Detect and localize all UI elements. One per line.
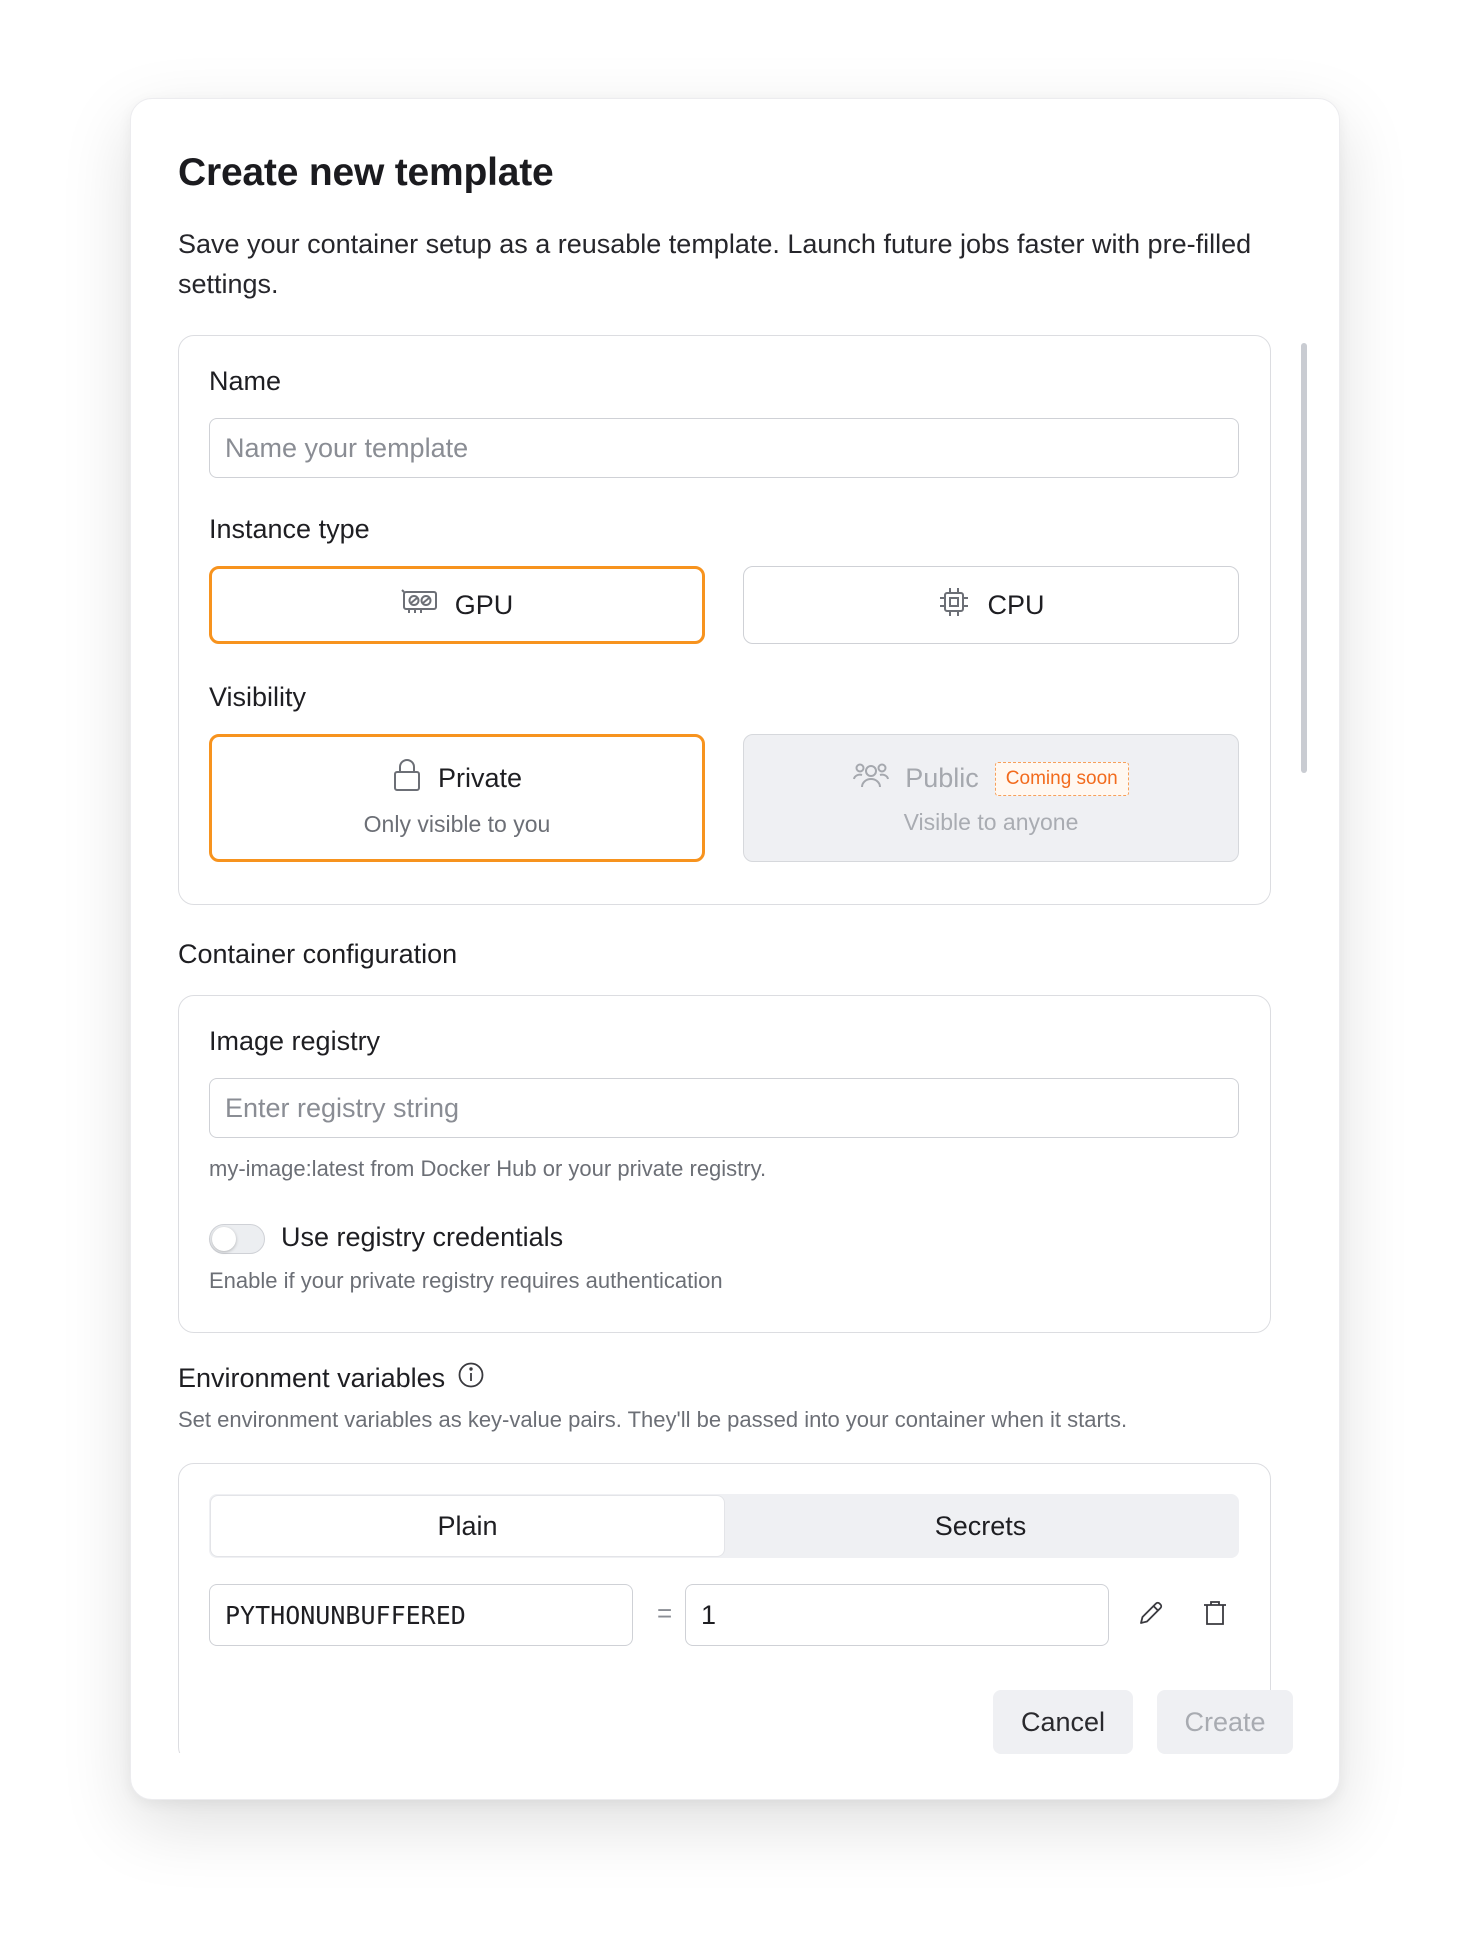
gpu-option-label: GPU <box>454 589 514 620</box>
trash-icon <box>1202 1599 1228 1632</box>
page-background: Create new template Save your container … <box>0 0 1464 1952</box>
scrollbar-thumb[interactable] <box>1301 343 1307 773</box>
env-key-input[interactable]: PYTHONUNBUFFERED <box>209 1584 633 1646</box>
public-option-description: Visible to anyone <box>903 809 1079 835</box>
registry-credentials-label: Use registry credentials <box>281 1222 564 1252</box>
name-input-placeholder: Name your template <box>225 432 469 463</box>
image-registry-hint: my-image:latest from Docker Hub or your … <box>209 1156 767 1181</box>
container-configuration-heading: Container configuration <box>178 939 458 969</box>
tab-secrets[interactable]: Secrets <box>724 1496 1237 1556</box>
public-option-label: Public <box>905 763 979 793</box>
create-button[interactable]: Create <box>1157 1690 1293 1754</box>
visibility-public-option: Public Coming soon Visible to anyone <box>743 734 1239 862</box>
instance-type-cpu-option[interactable]: CPU <box>743 566 1239 644</box>
image-registry-placeholder: Enter registry string <box>225 1092 460 1123</box>
visibility-label: Visibility <box>209 682 307 712</box>
env-equals-sign: = <box>657 1598 673 1628</box>
registry-credentials-toggle[interactable] <box>209 1224 265 1254</box>
general-settings-card: Name Name your template Instance type GP… <box>178 335 1271 905</box>
name-input[interactable]: Name your template <box>209 418 1239 478</box>
instance-type-gpu-option[interactable]: GPU <box>209 566 705 644</box>
cpu-icon <box>937 585 971 626</box>
environment-variables-description: Set environment variables as key-value p… <box>178 1407 1128 1432</box>
instance-type-label: Instance type <box>209 514 370 544</box>
visibility-private-option[interactable]: Private Only visible to you <box>209 734 705 862</box>
private-option-label: Private <box>437 763 523 793</box>
tab-plain[interactable]: Plain <box>211 1496 724 1556</box>
info-icon[interactable] <box>457 1361 485 1396</box>
users-icon <box>853 760 890 797</box>
private-option-description: Only visible to you <box>363 811 551 837</box>
container-configuration-card: Image registry Enter registry string my-… <box>178 995 1271 1333</box>
environment-variables-heading: Environment variables <box>178 1361 485 1396</box>
environment-variables-label: Environment variables <box>178 1363 446 1393</box>
name-label: Name <box>209 366 282 396</box>
registry-credentials-hint: Enable if your private registry requires… <box>209 1268 723 1293</box>
cpu-option-label: CPU <box>987 589 1045 620</box>
delete-variable-button[interactable] <box>1195 1595 1235 1635</box>
coming-soon-badge: Coming soon <box>994 761 1129 796</box>
env-value-input[interactable]: 1 <box>685 1584 1109 1646</box>
edit-variable-button[interactable] <box>1131 1595 1171 1635</box>
dialog-title: Create new template <box>178 151 554 194</box>
lock-icon <box>392 758 422 799</box>
gpu-icon <box>401 588 439 622</box>
cancel-button[interactable]: Cancel <box>993 1690 1133 1754</box>
pencil-icon <box>1137 1599 1165 1632</box>
image-registry-label: Image registry <box>209 1026 381 1056</box>
create-template-dialog: Create new template Save your container … <box>130 98 1340 1800</box>
dialog-subtitle: Save your container setup as a reusable … <box>178 229 1252 299</box>
toggle-knob <box>212 1227 236 1251</box>
dialog-scroll-area[interactable]: Name Name your template Instance type GP… <box>131 335 1339 1753</box>
env-type-segmented-control: Plain Secrets <box>209 1494 1239 1558</box>
image-registry-input[interactable]: Enter registry string <box>209 1078 1239 1138</box>
